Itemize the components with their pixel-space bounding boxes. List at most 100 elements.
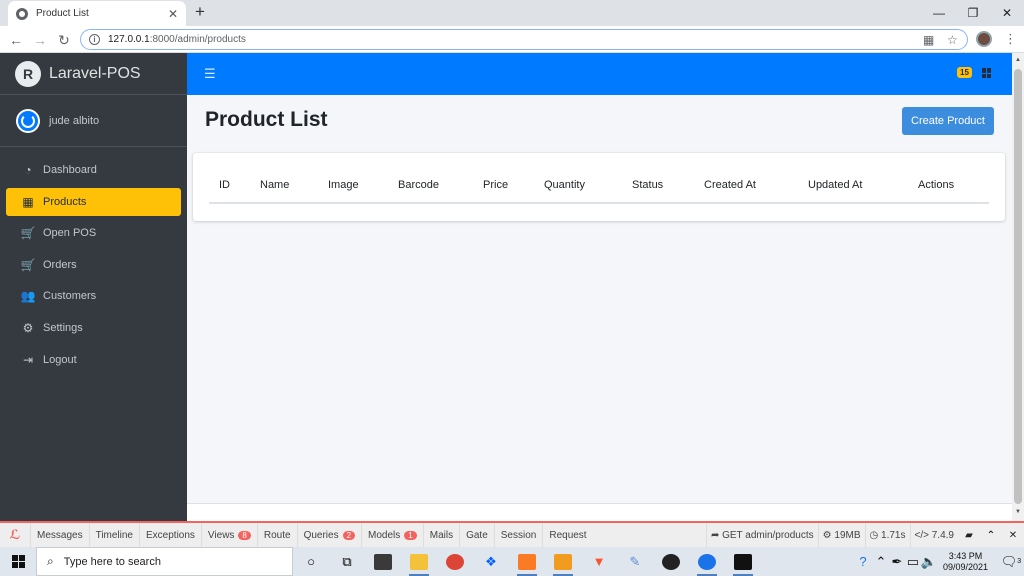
- hamburger-menu-icon[interactable]: ☰: [204, 66, 216, 82]
- laravel-logo-icon[interactable]: ℒ: [0, 523, 30, 547]
- folder-open-icon[interactable]: ▰: [958, 530, 980, 541]
- chrome-icon[interactable]: [437, 547, 473, 576]
- debugbar-tab-messages[interactable]: Messages: [30, 523, 89, 547]
- forward-icon[interactable]: →: [30, 30, 50, 50]
- debugbar-time: ◷ 1.71s: [864, 523, 910, 547]
- sidebar-item-customers[interactable]: 👥 Customers: [6, 282, 181, 310]
- notification-count: 3: [1017, 558, 1022, 565]
- reload-icon[interactable]: ↻: [54, 30, 74, 50]
- count-badge: 2: [342, 530, 356, 540]
- sidebar-item-orders[interactable]: 🛒 Orders: [6, 251, 181, 279]
- debugbar-tab-timeline[interactable]: Timeline: [88, 523, 139, 547]
- notification-center-icon[interactable]: 🗨 3: [998, 547, 1024, 576]
- restore-icon[interactable]: ❐: [956, 0, 990, 26]
- debugbar-tab-exceptions[interactable]: Exceptions: [139, 523, 201, 547]
- close-icon[interactable]: ✕: [1002, 530, 1024, 541]
- apps-grid-icon[interactable]: [982, 68, 992, 78]
- debugbar-request[interactable]: ➦ GET admin/products: [705, 523, 818, 547]
- address-bar[interactable]: i 127.0.0.1:8000/admin/products ▦ ☆: [80, 29, 968, 50]
- brave-icon[interactable]: ▼: [581, 547, 617, 576]
- app-red-icon[interactable]: [653, 547, 689, 576]
- user-panel[interactable]: jude albito: [0, 95, 187, 147]
- sublime-text-icon[interactable]: [545, 547, 581, 576]
- column-header-id[interactable]: ID: [219, 179, 230, 191]
- debugbar-tab-route[interactable]: Route: [256, 523, 297, 547]
- chrome-active-icon[interactable]: [689, 547, 725, 576]
- debugbar-tab-label: Route: [263, 529, 291, 541]
- back-icon[interactable]: ←: [6, 30, 26, 50]
- taskbar-search[interactable]: ⌕ Type here to search: [36, 547, 293, 576]
- debugbar-tab-gate[interactable]: Gate: [459, 523, 494, 547]
- debugbar-php: </> 7.4.9: [909, 523, 959, 547]
- task-view-icon[interactable]: ⧉: [329, 547, 365, 576]
- sidebar-item-label: Settings: [43, 321, 83, 334]
- page-scrollbar[interactable]: ▲ ▼: [1012, 53, 1024, 521]
- store-icon[interactable]: [365, 547, 401, 576]
- scroll-up-icon[interactable]: ▲: [1015, 57, 1021, 63]
- windows-start-icon[interactable]: [0, 547, 36, 576]
- bookmark-star-icon[interactable]: ☆: [947, 33, 958, 47]
- browser-tabstrip: Product List ✕ + — ❐ ✕: [0, 0, 1024, 26]
- chevron-up-icon[interactable]: ⌃: [980, 530, 1002, 541]
- site-info-icon[interactable]: i: [89, 34, 100, 45]
- column-header-quantity[interactable]: Quantity: [544, 179, 585, 191]
- debugbar-tab-queries[interactable]: Queries 2: [296, 523, 361, 547]
- xampp-icon[interactable]: [509, 547, 545, 576]
- sidebar-item-open-pos[interactable]: 🛒 Open POS: [6, 219, 181, 247]
- help-icon[interactable]: ?: [853, 547, 873, 576]
- content-area: Product List Create Product ID Name Imag…: [187, 95, 1012, 521]
- gears-icon: ⚙: [22, 320, 34, 335]
- debugbar-tab-views[interactable]: Views 8: [200, 523, 257, 547]
- network-icon[interactable]: ▭: [905, 547, 921, 576]
- top-navbar: ☰ 15: [187, 53, 1012, 95]
- create-product-button[interactable]: Create Product: [902, 107, 994, 135]
- user-name: jude albito: [49, 114, 100, 127]
- column-header-name[interactable]: Name: [260, 179, 289, 191]
- url-host: 127.0.0.1: [108, 34, 150, 45]
- debugbar-tab-request[interactable]: Request: [542, 523, 592, 547]
- pen-icon[interactable]: ✒: [889, 547, 905, 576]
- debugbar-tab-mails[interactable]: Mails: [422, 523, 459, 547]
- column-header-created-at[interactable]: Created At: [704, 179, 756, 191]
- chevron-up-icon[interactable]: ⌃: [873, 547, 889, 576]
- notification-badge[interactable]: 15: [957, 67, 972, 78]
- browser-menu-icon[interactable]: ⋮: [1004, 31, 1017, 47]
- close-tab-icon[interactable]: ✕: [168, 7, 178, 21]
- volume-icon[interactable]: 🔈: [921, 547, 937, 576]
- sidebar: R Laravel-POS jude albito ◔ Dashboard ▦ …: [0, 53, 187, 521]
- scroll-thumb[interactable]: [1014, 69, 1022, 504]
- sidebar-menu: ◔ Dashboard ▦ Products 🛒 Open POS 🛒 Orde…: [0, 147, 187, 374]
- browser-tab[interactable]: Product List ✕: [8, 1, 186, 26]
- request-text: GET admin/products: [722, 529, 814, 541]
- profile-avatar[interactable]: [976, 31, 992, 47]
- debugbar-tab-session[interactable]: Session: [493, 523, 543, 547]
- column-header-updated-at[interactable]: Updated At: [808, 179, 862, 191]
- debugbar: ℒ Messages Timeline Exceptions Views 8 Ro…: [0, 521, 1024, 547]
- dropbox-icon[interactable]: ❖: [473, 547, 509, 576]
- column-header-price[interactable]: Price: [483, 179, 508, 191]
- file-explorer-icon[interactable]: [401, 547, 437, 576]
- brand[interactable]: R Laravel-POS: [0, 53, 187, 95]
- qr-code-icon[interactable]: ▦: [923, 33, 934, 47]
- clock[interactable]: 3:43 PM 09/09/2021: [943, 551, 988, 573]
- clock-time: 3:43 PM: [948, 550, 983, 561]
- logout-icon: ⇥: [22, 352, 34, 367]
- products-table-card: ID Name Image Barcode Price Quantity Sta…: [193, 153, 1005, 221]
- column-header-status[interactable]: Status: [632, 179, 663, 191]
- sidebar-item-dashboard[interactable]: ◔ Dashboard: [6, 156, 181, 184]
- cortana-icon[interactable]: ○: [293, 547, 329, 576]
- sidebar-item-logout[interactable]: ⇥ Logout: [6, 346, 181, 374]
- column-header-barcode[interactable]: Barcode: [398, 179, 439, 191]
- terminal-icon[interactable]: [725, 547, 761, 576]
- sidebar-item-settings[interactable]: ⚙ Settings: [6, 314, 181, 342]
- column-header-actions[interactable]: Actions: [918, 179, 954, 191]
- debugbar-meta: ➦ GET admin/products ⚙ 19MB ◷ 1.71s </> …: [705, 523, 1024, 547]
- scroll-down-icon[interactable]: ▼: [1015, 509, 1021, 515]
- sidebar-item-products[interactable]: ▦ Products: [6, 187, 181, 216]
- new-tab-icon[interactable]: +: [195, 2, 205, 22]
- column-header-image[interactable]: Image: [328, 179, 359, 191]
- paint-icon[interactable]: ✎: [617, 547, 653, 576]
- debugbar-tab-models[interactable]: Models 1: [361, 523, 423, 547]
- minimize-icon[interactable]: —: [922, 0, 956, 26]
- close-window-icon[interactable]: ✕: [990, 0, 1024, 26]
